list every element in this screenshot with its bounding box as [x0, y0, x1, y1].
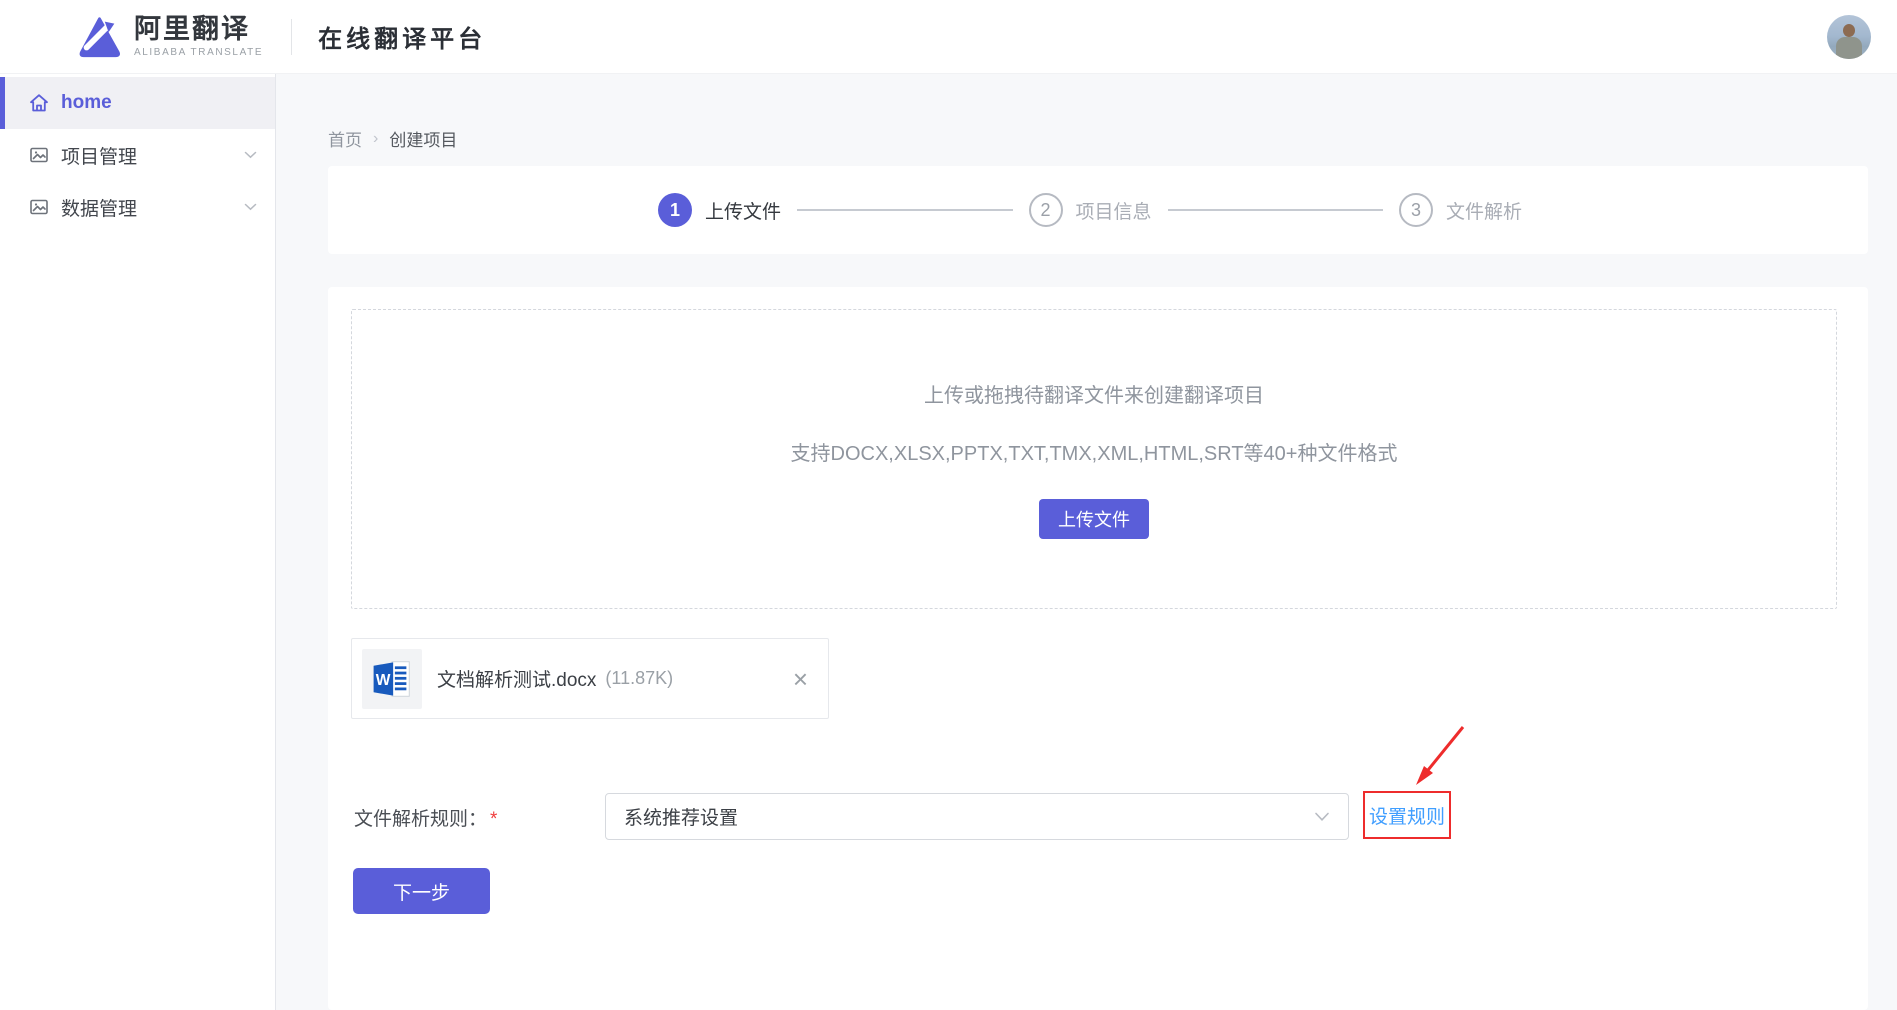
brand-title: 阿里翻译 — [134, 13, 250, 44]
project-management-icon — [28, 144, 50, 166]
next-step-button[interactable]: 下一步 — [353, 868, 490, 914]
sidebar-item-label: 数据管理 — [61, 198, 138, 220]
brand-subtitle: ALIBABA TRANSLATE — [134, 47, 264, 59]
brand-logo[interactable]: 阿里翻译 ALIBABA TRANSLATE — [76, 14, 263, 60]
uploaded-file-row: W 文档解析测试.docx (11.87K) × — [351, 638, 829, 719]
step-2-label: 项目信息 — [1075, 201, 1152, 223]
step-3-label: 文件解析 — [1446, 201, 1523, 223]
breadcrumb-home[interactable]: 首页 — [328, 126, 362, 151]
data-management-icon — [28, 196, 50, 218]
home-icon — [28, 92, 50, 114]
upload-dropzone[interactable]: 上传或拖拽待翻译文件来创建翻译项目 支持DOCX,XLSX,PPTX,TXT,T… — [351, 309, 1837, 609]
set-rules-link[interactable]: 设置规则 — [1369, 802, 1445, 829]
avatar-person-torso — [1836, 37, 1862, 59]
svg-text:W: W — [376, 671, 391, 688]
sidebar-item-label: home — [61, 92, 112, 113]
file-size: (11.87K) — [605, 668, 674, 688]
breadcrumb-current: 创建项目 — [389, 131, 458, 150]
step-1-circle: 1 — [658, 193, 692, 227]
word-file-icon: W — [362, 648, 422, 709]
sidebar-item-label: 项目管理 — [61, 146, 138, 168]
sidebar-item-project-management[interactable]: 项目管理 — [0, 129, 275, 181]
parse-rule-label-text: 文件解析规则： — [354, 809, 488, 830]
required-mark: * — [490, 809, 498, 830]
parse-rule-select[interactable]: 系统推荐设置 — [605, 793, 1349, 840]
step-3-circle: 3 — [1399, 193, 1433, 227]
chevron-down-icon — [244, 151, 257, 159]
parse-rule-label: 文件解析规则： * — [354, 804, 497, 831]
step-connector — [1167, 209, 1383, 211]
brand-text: 阿里翻译 ALIBABA TRANSLATE — [134, 13, 264, 59]
file-name: 文档解析测试.docx — [437, 670, 597, 691]
step-2-circle: 2 — [1028, 193, 1063, 227]
settings-link-highlight-box: 设置规则 — [1363, 791, 1451, 839]
step-connector — [797, 209, 1013, 211]
annotation-arrow-icon — [1416, 726, 1465, 785]
sidebar-nav: home 项目管理 数据管理 — [0, 74, 276, 1010]
sidebar-item-home[interactable]: home — [0, 77, 275, 129]
stepper: 1 上传文件 2 项目信息 3 文件解析 — [658, 193, 1538, 227]
avatar-person-head — [1843, 24, 1855, 37]
remove-file-icon[interactable]: × — [793, 666, 808, 692]
upload-instruction: 上传或拖拽待翻译文件来创建翻译项目 — [924, 385, 1264, 407]
breadcrumb-separator-icon: › — [373, 129, 379, 147]
chevron-down-icon — [244, 203, 257, 211]
sidebar-item-data-management[interactable]: 数据管理 — [0, 181, 275, 233]
platform-title: 在线翻译平台 — [318, 26, 487, 53]
step-1-label: 上传文件 — [705, 201, 782, 223]
upload-file-button[interactable]: 上传文件 — [1039, 499, 1149, 539]
select-chevron-down-icon — [1314, 812, 1330, 822]
alibaba-translate-logo-icon — [76, 14, 122, 60]
user-avatar[interactable] — [1827, 15, 1871, 59]
app-header: 阿里翻译 ALIBABA TRANSLATE 在线翻译平台 — [0, 0, 1897, 74]
upload-supported-formats: 支持DOCX,XLSX,PPTX,TXT,TMX,XML,HTML,SRT等40… — [790, 443, 1398, 465]
create-project-card: 上传或拖拽待翻译文件来创建翻译项目 支持DOCX,XLSX,PPTX,TXT,T… — [328, 287, 1868, 1010]
header-divider — [291, 18, 293, 55]
breadcrumb: 首页 › 创建项目 — [328, 126, 457, 151]
stepper-card: 1 上传文件 2 项目信息 3 文件解析 — [328, 166, 1868, 254]
parse-rule-selected-value: 系统推荐设置 — [624, 808, 739, 829]
